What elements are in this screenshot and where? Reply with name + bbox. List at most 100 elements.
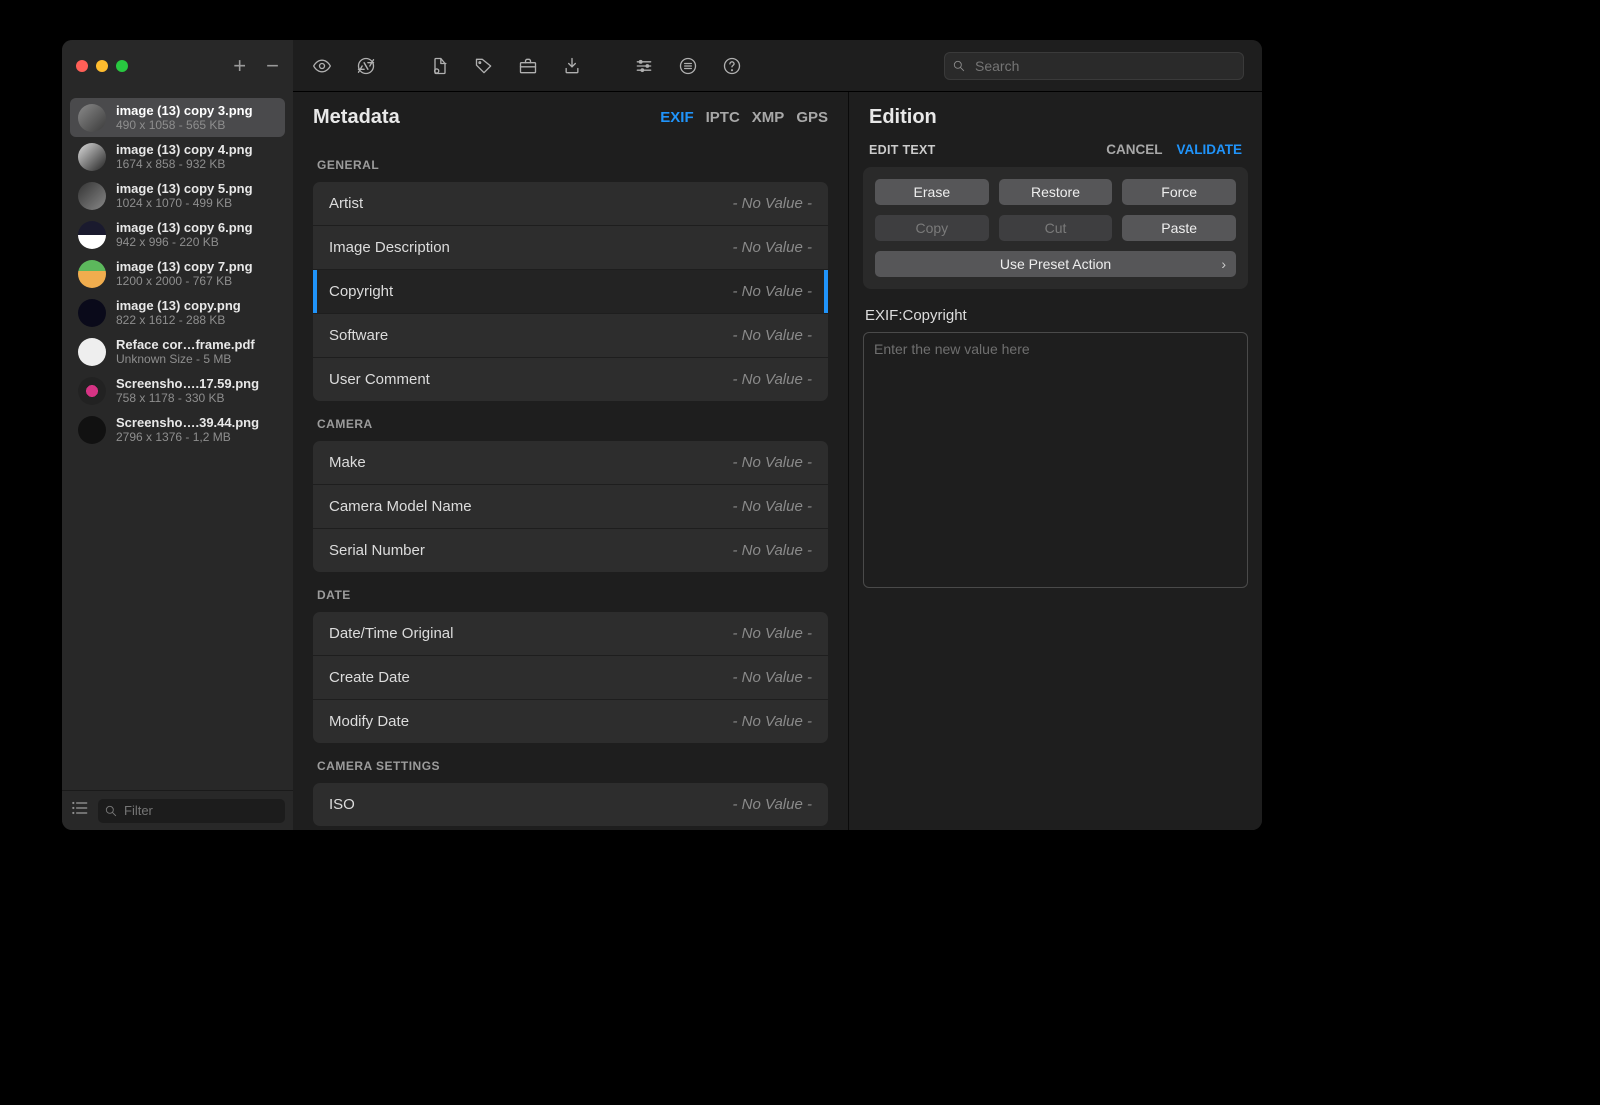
- tab-gps[interactable]: GPS: [796, 109, 828, 126]
- cancel-button[interactable]: CANCEL: [1106, 142, 1162, 157]
- list-view-icon[interactable]: [70, 798, 90, 823]
- tab-xmp[interactable]: XMP: [752, 109, 785, 126]
- file-item[interactable]: image (13) copy 4.png1674 x 858 - 932 KB: [70, 137, 285, 176]
- row-label: Camera Model Name: [329, 498, 472, 515]
- minimize-window-button[interactable]: [96, 60, 108, 72]
- row-label: ISO: [329, 796, 355, 813]
- file-item[interactable]: image (13) copy 3.png 490 x 1058 - 565 K…: [70, 98, 285, 137]
- file-thumbnail: [78, 377, 106, 405]
- search-icon: [952, 59, 966, 73]
- file-dimensions: 758 x 1178 - 330 KB: [116, 391, 259, 405]
- search-input[interactable]: [944, 52, 1244, 80]
- metadata-row-create-date[interactable]: Create Date- No Value -: [313, 656, 828, 699]
- file-name: Screensho….17.59.png: [116, 376, 259, 391]
- metadata-row-iso[interactable]: ISO- No Value -: [313, 783, 828, 826]
- export-icon[interactable]: [561, 55, 583, 77]
- tab-iptc[interactable]: IPTC: [706, 109, 740, 126]
- force-button[interactable]: Force: [1122, 179, 1236, 205]
- file-thumbnail: [78, 416, 106, 444]
- sidebar: + − image (13) copy 3.png 490 x 1058 - 5…: [62, 40, 293, 830]
- metadata-row-camera-model[interactable]: Camera Model Name - No Value -: [313, 485, 828, 528]
- row-value: - No Value -: [733, 454, 812, 471]
- metadata-scroll[interactable]: GENERAL Artist- No Value - Image Descrip…: [293, 142, 848, 830]
- row-value: - No Value -: [733, 371, 812, 388]
- file-name: image (13) copy 3.png: [116, 103, 253, 118]
- file-item[interactable]: image (13) copy.png822 x 1612 - 288 KB: [70, 293, 285, 332]
- metadata-tabs: EXIF IPTC XMP GPS: [660, 109, 828, 126]
- section-header: CAMERA SETTINGS: [313, 743, 828, 783]
- edition-subheader: EDIT TEXT CANCEL VALIDATE: [849, 142, 1262, 167]
- metadata-row-modify-date[interactable]: Modify Date- No Value -: [313, 700, 828, 743]
- row-value: - No Value -: [733, 498, 812, 515]
- validate-button[interactable]: VALIDATE: [1177, 142, 1243, 157]
- file-name: image (13) copy 4.png: [116, 142, 253, 157]
- remove-button[interactable]: −: [266, 55, 279, 77]
- cut-button: Cut: [999, 215, 1113, 241]
- row-label: Image Description: [329, 239, 450, 256]
- briefcase-icon[interactable]: [517, 55, 539, 77]
- file-dimensions: 942 x 996 - 220 KB: [116, 235, 253, 249]
- metadata-row-user-comment[interactable]: User Comment - No Value -: [313, 358, 828, 401]
- row-value: - No Value -: [733, 713, 812, 730]
- value-textarea[interactable]: [863, 332, 1248, 588]
- file-item[interactable]: image (13) copy 5.png1024 x 1070 - 499 K…: [70, 176, 285, 215]
- metadata-header: Metadata EXIF IPTC XMP GPS: [293, 92, 848, 142]
- metadata-row-artist[interactable]: Artist- No Value -: [313, 182, 828, 225]
- metadata-row-image-description[interactable]: Image Description - No Value -: [313, 226, 828, 269]
- section-header: DATE: [313, 572, 828, 612]
- metadata-row-serial-number[interactable]: Serial Number - No Value -: [313, 529, 828, 572]
- edition-title: Edition: [869, 106, 937, 129]
- main: Metadata EXIF IPTC XMP GPS GENERAL Artis…: [293, 40, 1262, 830]
- restore-button[interactable]: Restore: [999, 179, 1113, 205]
- aperture-icon[interactable]: [355, 55, 377, 77]
- row-label: Copyright: [329, 283, 393, 300]
- tag-icon[interactable]: [473, 55, 495, 77]
- metadata-row-make[interactable]: Make - No Value -: [313, 441, 828, 484]
- file-thumbnail: [78, 143, 106, 171]
- metadata-row-datetime-original[interactable]: Date/Time Original- No Value -: [313, 612, 828, 655]
- row-label: Software: [329, 327, 388, 344]
- search-icon: [104, 804, 118, 818]
- file-name: image (13) copy.png: [116, 298, 241, 313]
- file-item[interactable]: Screensho….39.44.png2796 x 1376 - 1,2 MB: [70, 410, 285, 449]
- row-value: - No Value -: [733, 239, 812, 256]
- metadata-row-copyright[interactable]: Copyright - No Value -: [313, 270, 828, 313]
- file-gear-icon[interactable]: [429, 55, 451, 77]
- list-circle-icon[interactable]: [677, 55, 699, 77]
- file-dimensions: 2796 x 1376 - 1,2 MB: [116, 430, 259, 444]
- row-label: Serial Number: [329, 542, 425, 559]
- file-dimensions: Unknown Size - 5 MB: [116, 352, 255, 366]
- edit-text-label: EDIT TEXT: [869, 143, 936, 157]
- close-window-button[interactable]: [76, 60, 88, 72]
- use-preset-action-button[interactable]: Use Preset Action ›: [875, 251, 1236, 277]
- row-value: - No Value -: [733, 542, 812, 559]
- edition-panel: Edition EDIT TEXT CANCEL VALIDATE Erase …: [849, 92, 1262, 830]
- file-thumbnail: [78, 338, 106, 366]
- row-label: Make: [329, 454, 366, 471]
- eye-icon[interactable]: [311, 55, 333, 77]
- file-name: Screensho….39.44.png: [116, 415, 259, 430]
- file-thumbnail: [78, 104, 106, 132]
- file-item[interactable]: image (13) copy 7.png1200 x 2000 - 767 K…: [70, 254, 285, 293]
- row-label: User Comment: [329, 371, 430, 388]
- metadata-row-software[interactable]: Software- No Value -: [313, 314, 828, 357]
- add-button[interactable]: +: [233, 55, 246, 77]
- traffic-lights: [76, 60, 128, 72]
- file-name: Reface cor…frame.pdf: [116, 337, 255, 352]
- metadata-panel: Metadata EXIF IPTC XMP GPS GENERAL Artis…: [293, 92, 849, 830]
- erase-button[interactable]: Erase: [875, 179, 989, 205]
- row-value: - No Value -: [733, 283, 812, 300]
- sliders-icon[interactable]: [633, 55, 655, 77]
- fullscreen-window-button[interactable]: [116, 60, 128, 72]
- paste-button[interactable]: Paste: [1122, 215, 1236, 241]
- file-item[interactable]: Screensho….17.59.png758 x 1178 - 330 KB: [70, 371, 285, 410]
- section-header: CAMERA: [313, 401, 828, 441]
- filter-input[interactable]: [98, 799, 285, 823]
- file-item[interactable]: Reface cor…frame.pdfUnknown Size - 5 MB: [70, 332, 285, 371]
- help-icon[interactable]: [721, 55, 743, 77]
- row-label: Date/Time Original: [329, 625, 453, 642]
- file-item[interactable]: image (13) copy 6.png942 x 996 - 220 KB: [70, 215, 285, 254]
- file-thumbnail: [78, 221, 106, 249]
- file-dimensions: 490 x 1058 - 565 KB: [116, 118, 253, 132]
- tab-exif[interactable]: EXIF: [660, 109, 693, 126]
